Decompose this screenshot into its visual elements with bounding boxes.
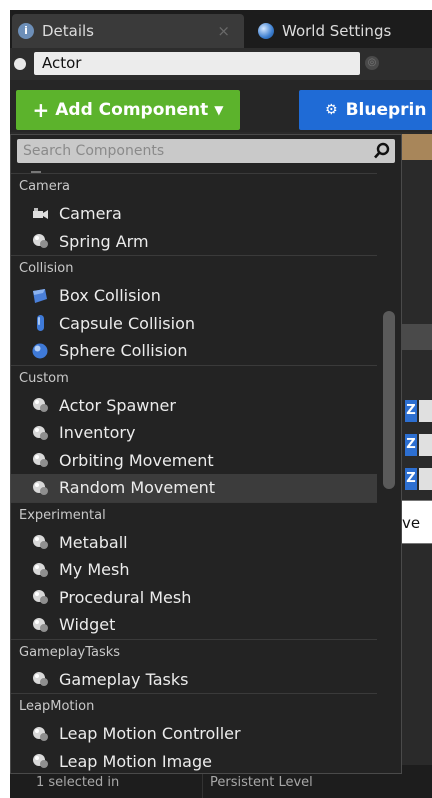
component-icon — [31, 232, 49, 250]
gears-icon: ⚙ — [325, 102, 338, 118]
component-icon — [31, 561, 49, 579]
menu-item-label: Procedural Mesh — [59, 587, 192, 607]
details-bg-row — [402, 134, 432, 160]
camera-icon — [31, 205, 49, 223]
search-input[interactable]: Search Components — [17, 139, 395, 163]
actor-name-field[interactable]: Actor — [34, 52, 360, 75]
component-list: Camera Camera Spring Arm Collision Box Colli… — [11, 173, 377, 774]
lock-icon[interactable]: ◎ — [365, 56, 379, 70]
category-header: Experimental — [11, 501, 377, 529]
menu-item-label: Capsule Collision — [59, 313, 195, 333]
box-collision-icon — [31, 287, 49, 305]
add-component-button[interactable]: + Add Component ▼ — [16, 90, 240, 130]
menu-item-label: Metaball — [59, 532, 128, 552]
menu-item[interactable]: Spring Arm — [11, 228, 377, 256]
menu-item[interactable]: Capsule Collision — [11, 310, 377, 338]
tab-bar: i Details × World Settings — [10, 10, 432, 48]
z-value-field[interactable] — [419, 434, 432, 456]
menu-item[interactable]: Widget — [11, 611, 377, 639]
selection-count: 1 selected in — [36, 775, 120, 790]
menu-item-label: Inventory — [59, 423, 136, 443]
info-icon: i — [18, 23, 34, 39]
component-icon — [31, 424, 49, 442]
category-header: Custom — [11, 364, 377, 392]
menu-item-label: Camera — [59, 204, 122, 224]
search-icon[interactable] — [373, 142, 391, 160]
component-icon — [31, 670, 49, 688]
menu-item-label: Widget — [59, 615, 116, 635]
component-icon — [31, 616, 49, 634]
tab-details[interactable]: i Details × — [12, 14, 244, 48]
actor-icon — [14, 58, 26, 70]
toolbar: + Add Component ▼ ⚙ Blueprin — [10, 80, 432, 132]
close-icon[interactable]: × — [217, 22, 230, 40]
z-axis-field[interactable]: Z — [405, 400, 417, 422]
sphere-collision-icon — [31, 342, 49, 360]
menu-item[interactable]: Inventory — [11, 419, 377, 447]
menu-item[interactable]: Sphere Collision — [11, 337, 377, 365]
menu-item[interactable]: Metaball — [11, 529, 377, 557]
category-header: GameplayTasks — [11, 638, 377, 666]
menu-item-label: Orbiting Movement — [59, 450, 214, 470]
z-value-field[interactable] — [419, 468, 432, 490]
menu-item-label: Actor Spawner — [59, 395, 176, 415]
menu-item[interactable]: Camera — [11, 200, 377, 228]
menu-item-label: Gameplay Tasks — [59, 669, 189, 689]
plus-icon: + — [32, 98, 50, 122]
menu-item-label: Sphere Collision — [59, 341, 188, 361]
component-icon — [31, 396, 49, 414]
menu-item[interactable]: Actor Spawner — [11, 392, 377, 420]
capsule-collision-icon — [31, 314, 49, 332]
component-icon — [31, 588, 49, 606]
chevron-down-icon: ▼ — [214, 103, 224, 117]
component-icon — [31, 479, 49, 497]
details-panel: i Details × World Settings Actor ◎ + Add… — [10, 10, 432, 798]
search-placeholder: Search Components — [23, 143, 165, 159]
menu-item[interactable]: Procedural Mesh — [11, 584, 377, 612]
menu-item[interactable]: My Mesh — [11, 556, 377, 584]
tab-world-settings[interactable]: World Settings — [252, 14, 432, 48]
add-component-label: Add Component — [55, 100, 209, 120]
menu-item-label: Box Collision — [59, 286, 161, 306]
details-bg-row — [402, 324, 432, 350]
add-component-menu: Search Components Camera Camera Spring Arm… — [10, 134, 402, 774]
menu-item[interactable]: Leap Motion Image — [11, 748, 377, 774]
menu-item-label: Leap Motion Image — [59, 751, 212, 771]
blueprint-label: Blueprin — [345, 100, 427, 120]
component-icon — [31, 725, 49, 743]
category-header: LeapMotion — [11, 693, 377, 720]
category-header: Collision — [11, 255, 377, 282]
component-icon — [31, 451, 49, 469]
menu-item[interactable]: Leap Motion Controller — [11, 720, 377, 748]
scrollbar-thumb[interactable] — [383, 311, 395, 489]
level-name: Persistent Level — [210, 775, 313, 790]
tab-details-label: Details — [42, 22, 95, 40]
menu-item[interactable]: Orbiting Movement — [11, 447, 377, 475]
component-icon — [31, 752, 49, 770]
category-header: Camera — [11, 173, 377, 200]
globe-icon — [258, 23, 274, 39]
menu-item[interactable]: Gameplay Tasks — [11, 666, 377, 694]
component-icon — [31, 533, 49, 551]
actor-name-row: Actor ◎ — [10, 48, 432, 80]
z-axis-field[interactable]: Z — [405, 468, 417, 490]
menu-item[interactable]: Box Collision — [11, 282, 377, 310]
blueprint-button[interactable]: ⚙ Blueprin — [299, 90, 432, 130]
z-value-field[interactable] — [419, 400, 432, 422]
menu-item-label: Leap Motion Controller — [59, 724, 241, 744]
menu-item-label: My Mesh — [59, 560, 130, 580]
menu-item[interactable]: Random Movement — [11, 474, 377, 502]
tab-world-settings-label: World Settings — [282, 22, 392, 40]
menu-item-label: Random Movement — [59, 478, 216, 498]
z-axis-field[interactable]: Z — [405, 434, 417, 456]
menu-item-label: Spring Arm — [59, 231, 149, 251]
